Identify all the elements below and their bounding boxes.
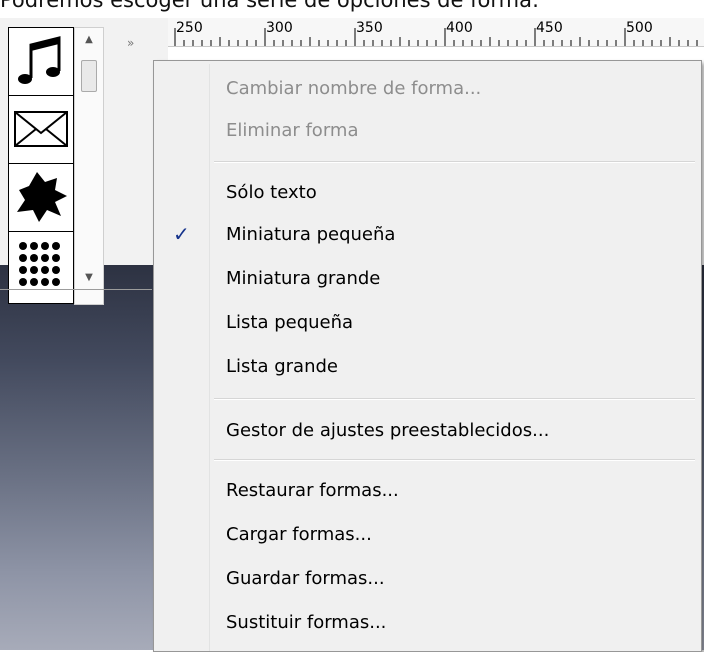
shape-thumbnail-envelope[interactable]: [9, 96, 73, 164]
menu-item-large-thumbnail[interactable]: Miniatura grande: [154, 259, 701, 299]
menu-item-label: Lista pequeña: [226, 312, 354, 333]
shape-options-context-menu: Cambiar nombre de forma... Eliminar form…: [153, 60, 702, 652]
menu-item-label: Miniatura grande: [226, 268, 381, 289]
menu-item-replace-shapes[interactable]: Sustituir formas...: [154, 603, 701, 643]
shape-list: [8, 27, 74, 304]
ruler-ticks: [174, 28, 698, 46]
menu-item-text-only[interactable]: Sólo texto: [154, 173, 701, 213]
music-note-icon: [18, 36, 61, 84]
ruler-label: 400: [446, 20, 473, 36]
shape-thumbnail-music[interactable]: [9, 28, 73, 96]
menu-item-large-list[interactable]: Lista grande: [154, 347, 701, 387]
menu-item-label: Eliminar forma: [226, 120, 359, 141]
menu-item-label: Restaurar formas...: [226, 480, 399, 501]
menu-item-label: Miniatura pequeña: [226, 224, 396, 245]
page-caption: Podremos escoger una serie de opciones d…: [0, 0, 540, 12]
shape-picker-panel: ▲ ▼ »: [0, 18, 168, 305]
shape-thumbnail-splat[interactable]: [9, 164, 73, 232]
scroll-down-icon[interactable]: ▼: [75, 266, 103, 290]
menu-item-small-list[interactable]: Lista pequeña: [154, 303, 701, 343]
splat-icon: [17, 172, 67, 222]
menu-item-load-shapes[interactable]: Cargar formas...: [154, 515, 701, 555]
menu-separator: [214, 459, 695, 461]
envelope-icon: [14, 111, 68, 147]
menu-item-preset-manager[interactable]: Gestor de ajustes preestablecidos...: [154, 411, 701, 451]
shape-list-scrollbar[interactable]: ▲ ▼: [74, 27, 104, 305]
ruler-label: 300: [266, 20, 293, 36]
panel-divider: [0, 289, 152, 290]
menu-item-small-thumbnail[interactable]: ✓ Miniatura pequeña: [154, 215, 701, 255]
checkmark-icon: ✓: [173, 222, 190, 246]
menu-item-rename-shape[interactable]: Cambiar nombre de forma...: [154, 69, 701, 109]
menu-item-label: Lista grande: [226, 356, 338, 377]
menu-item-label: Sustituir formas...: [226, 612, 387, 633]
ruler-label: 350: [356, 20, 383, 36]
panel-menu-button[interactable]: »: [127, 36, 134, 50]
menu-item-delete-shape[interactable]: Eliminar forma: [154, 111, 701, 151]
menu-separator: [214, 161, 695, 163]
menu-item-save-shapes[interactable]: Guardar formas...: [154, 559, 701, 599]
ruler-label: 450: [536, 20, 563, 36]
menu-item-label: Guardar formas...: [226, 568, 385, 589]
ruler-label: 500: [626, 20, 653, 36]
menu-item-reset-shapes[interactable]: Restaurar formas...: [154, 471, 701, 511]
menu-item-label: Cambiar nombre de forma...: [226, 78, 482, 99]
scroll-up-icon[interactable]: ▲: [75, 28, 103, 52]
menu-item-label: Cargar formas...: [226, 524, 372, 545]
menu-item-label: Sólo texto: [226, 182, 317, 203]
menu-separator: [214, 398, 695, 400]
horizontal-ruler: 250 300 350 400 450 500: [168, 18, 704, 47]
ruler-label: 250: [176, 20, 203, 36]
menu-item-label: Gestor de ajustes preestablecidos...: [226, 420, 550, 441]
scroll-thumb[interactable]: [81, 60, 97, 92]
